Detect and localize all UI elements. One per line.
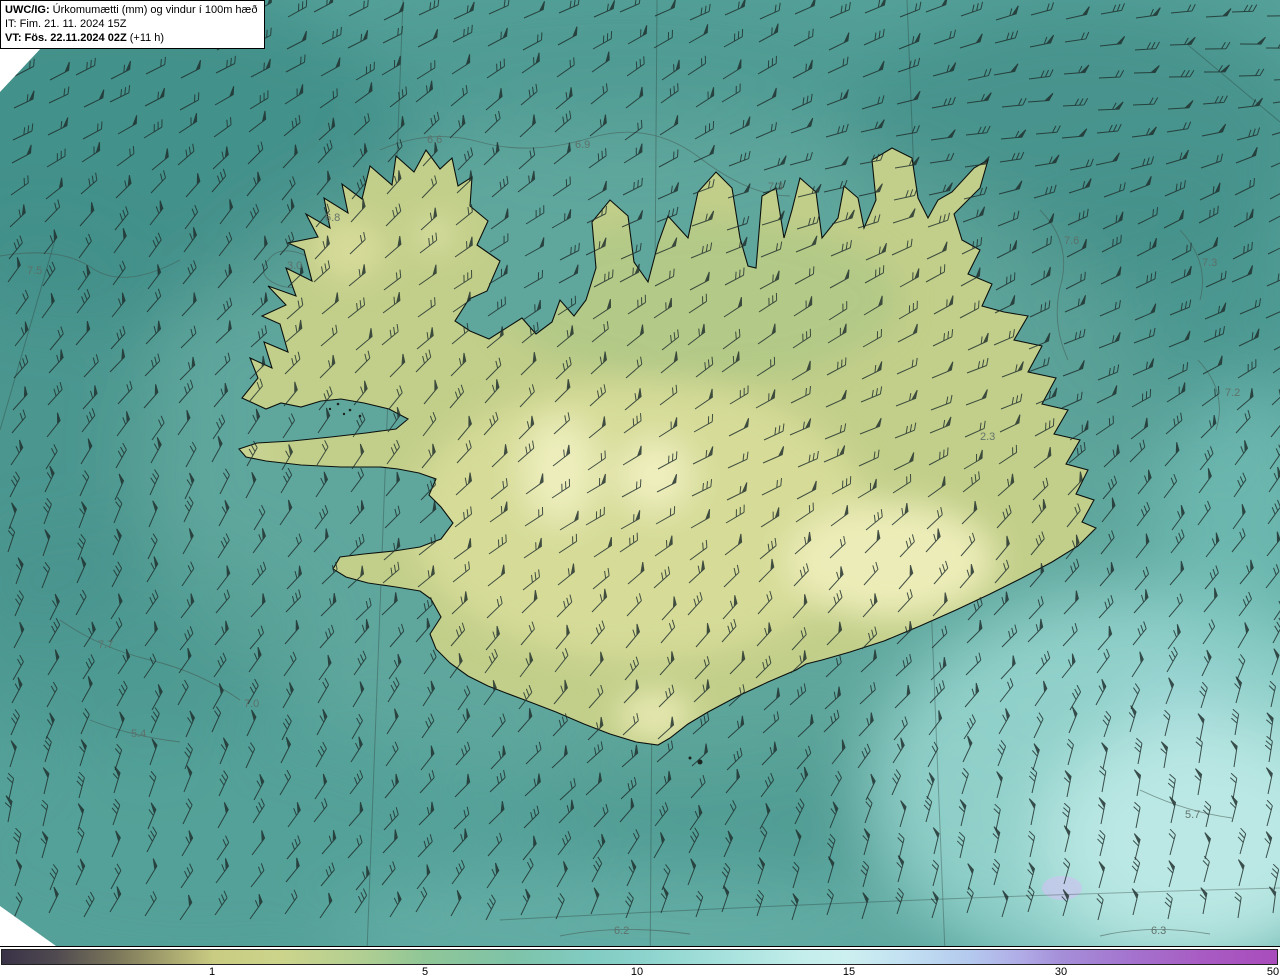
- contour-value-label: 6.6: [427, 134, 442, 146]
- contour-value-label: 6.3: [1151, 925, 1166, 937]
- valid-offset: (+11 h): [126, 32, 165, 44]
- shade-blob: [1140, 674, 1220, 726]
- contour-value-label: 6.9: [575, 139, 590, 151]
- valid-time: VT: Fös. 22.11.2024 02Z: [5, 32, 127, 44]
- island: [348, 408, 352, 412]
- legend-tick-label: 50: [1266, 966, 1280, 978]
- contour-value-label: 7.6: [1064, 235, 1079, 247]
- island: [336, 402, 340, 406]
- glacier-drangajokull: [417, 221, 453, 249]
- contour-value-label: 3.0: [287, 260, 302, 272]
- weather-map-viewport: 7.5 6.8 3.0 6.6 6.9 7.3 7.6 7.3 7.2 2.3 7.7 7.0 5.4 5…: [0, 0, 1280, 978]
- glacier-hofsjokull: [617, 437, 693, 513]
- contour-value-label: 2.3: [980, 431, 995, 443]
- legend-tick-label: 30: [1054, 966, 1068, 978]
- product-title: Úrkomumætti (mm) og vindur í 100m hæð: [49, 4, 258, 16]
- island: [328, 407, 332, 411]
- island: [688, 756, 692, 760]
- contour-value-label: 7.3: [1202, 257, 1217, 269]
- model-name: UWC/IG:: [5, 4, 50, 16]
- contour-value-label: 7.2: [1225, 387, 1240, 399]
- legend: 1 5 10 15 30 50: [0, 946, 1280, 978]
- title-line-valid: VT: Fös. 22.11.2024 02Z (+11 h): [5, 31, 257, 45]
- legend-colorbar: [1, 949, 1278, 965]
- glacier-vatnajokull: [785, 502, 995, 618]
- map-canvas: 7.5 6.8 3.0 6.6 6.9 7.3 7.6 7.3 7.2 2.3 7.7 7.0 5.4 5…: [0, 0, 1280, 978]
- contour-value-label: 7.3: [768, 181, 783, 193]
- title-line-init: IT: Fim. 21. 11. 2024 15Z: [5, 18, 127, 30]
- island: [342, 412, 346, 416]
- contour-value-label: 6.8: [325, 212, 340, 224]
- legend-tick-label: 5: [421, 966, 429, 978]
- contour-value-label: 5.4: [131, 728, 146, 740]
- title-line-product: UWC/IG: Úrkomumætti (mm) og vindur í 100…: [5, 3, 257, 17]
- contour-value-label: 7.0: [244, 698, 259, 710]
- legend-tick-label: 10: [630, 966, 644, 978]
- contour-value-label: 6.2: [614, 925, 629, 937]
- contour-value-label: 7.5: [27, 265, 42, 277]
- contour-value-label: 5.7: [1185, 809, 1200, 821]
- legend-tick-label: 15: [842, 966, 856, 978]
- legend-tick-label: 1: [208, 966, 216, 978]
- contour-value-label: 7.7: [98, 639, 113, 651]
- title-box: UWC/IG: Úrkomumætti (mm) og vindur í 100…: [0, 0, 266, 49]
